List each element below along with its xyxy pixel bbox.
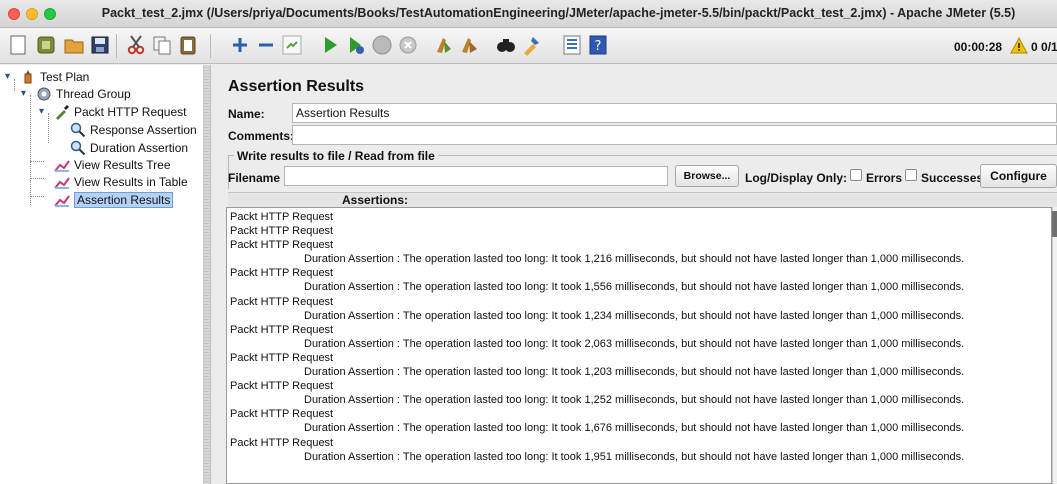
stop-icon[interactable] (370, 33, 394, 57)
name-label: Name: (228, 107, 265, 121)
collapse-icon[interactable] (254, 33, 278, 57)
successes-label: Successes (921, 171, 984, 185)
split-pane-divider[interactable] (204, 65, 211, 484)
start-icon[interactable] (318, 33, 342, 57)
collapse-test-plan-toggle[interactable]: ▾ (5, 71, 10, 82)
shutdown-icon[interactable] (396, 33, 420, 57)
sample-name-line: Packt HTTP Request (230, 225, 334, 238)
warning-count: 0 (1031, 40, 1038, 54)
assertion-failure-line: Duration Assertion : The operation laste… (304, 253, 965, 266)
sample-name-line: Packt HTTP Request (230, 408, 334, 421)
comments-label: Comments: (228, 129, 295, 143)
assertion-failure-line: Duration Assertion : The operation laste… (304, 281, 965, 294)
zoom-window-button[interactable] (44, 8, 56, 20)
sample-name-line: Packt HTTP Request (230, 351, 334, 364)
window-title: Packt_test_2.jmx (/Users/priya/Documents… (101, 6, 1016, 20)
magnifier-icon (70, 122, 86, 138)
assertion-failure-line: Duration Assertion : The operation laste… (304, 366, 965, 379)
warning-icon[interactable] (1010, 36, 1028, 54)
page-title: Assertion Results (228, 78, 365, 95)
start-no-pauses-icon[interactable] (344, 33, 368, 57)
elapsed-time: 00:00:28 (954, 40, 1003, 54)
assertion-results-list[interactable]: Packt HTTP Request Packt HTTP Request Pack… (226, 207, 1052, 484)
tree-item-view-results-in-table[interactable]: View Results in Table (54, 173, 188, 190)
collapse-http-request-toggle[interactable]: ▾ (39, 106, 44, 117)
browse-button[interactable]: Browse... (675, 165, 739, 187)
tree-item-response-assertion[interactable]: Response Assertion (70, 121, 197, 138)
tree-item-duration-assertion[interactable]: Duration Assertion (70, 139, 188, 156)
test-plan-icon (20, 69, 36, 85)
assertion-failure-line: Duration Assertion : The operation laste… (304, 337, 965, 350)
chart-icon (54, 192, 70, 208)
search-icon[interactable] (494, 33, 518, 57)
open-icon[interactable] (62, 33, 86, 57)
expand-icon[interactable] (228, 33, 252, 57)
sample-name-line: Packt HTTP Request (230, 295, 334, 308)
paste-icon[interactable] (176, 33, 200, 57)
close-window-button[interactable] (8, 8, 20, 20)
sample-name-line: Packt HTTP Request (230, 436, 334, 449)
configure-button[interactable]: Configure (980, 164, 1057, 188)
sample-name-line: Packt HTTP Request (230, 239, 334, 252)
assertions-title: Assertions: (342, 193, 409, 207)
tree-item-view-results-tree[interactable]: View Results Tree (54, 156, 171, 173)
assertion-failure-line: Duration Assertion : The operation laste… (304, 394, 965, 407)
tree-item-test-plan[interactable]: Test Plan (20, 68, 89, 85)
test-plan-tree: ▾ ▾ ▾ Test Plan Thread Group Packt HTTP … (0, 65, 204, 484)
chart-icon (54, 174, 70, 190)
title-bar: Packt_test_2.jmx (/Users/priya/Documents… (0, 0, 1057, 28)
active-threads: 0/10 (1041, 40, 1057, 54)
toolbar: ? 00:00:28 0 0/10 (0, 28, 1057, 64)
chart-icon (54, 157, 70, 173)
tree-item-assertion-results[interactable]: Assertion Results (54, 191, 174, 208)
reset-search-icon[interactable] (520, 33, 544, 57)
magnifier-icon (70, 140, 86, 156)
new-icon[interactable] (6, 33, 30, 57)
assertion-failure-line: Duration Assertion : The operation laste… (304, 422, 965, 435)
sample-name-line: Packt HTTP Request (230, 267, 334, 280)
file-group-label: Write results to file / Read from file (234, 149, 438, 163)
copy-icon[interactable] (150, 33, 174, 57)
save-icon[interactable] (88, 33, 112, 57)
svg-text:?: ? (595, 39, 602, 54)
tree-item-packt-http-request[interactable]: Packt HTTP Request (54, 103, 187, 120)
error-and-thread-count: 0 0/10 (1031, 40, 1057, 54)
assertion-results-panel: Assertion Results Name: Assertion Result… (212, 65, 1057, 484)
tree-item-thread-group[interactable]: Thread Group (36, 85, 131, 102)
toggle-icon[interactable] (280, 33, 304, 57)
errors-label: Errors (866, 171, 903, 185)
minimize-window-button[interactable] (26, 8, 38, 20)
successes-checkbox[interactable] (905, 169, 917, 181)
assertion-failure-line: Duration Assertion : The operation laste… (304, 450, 965, 463)
help-icon[interactable]: ? (586, 33, 610, 57)
results-scrollbar[interactable] (1052, 207, 1057, 484)
comments-field[interactable] (292, 125, 1057, 145)
templates-icon[interactable] (34, 33, 58, 57)
clear-all-icon[interactable] (458, 33, 482, 57)
name-field[interactable]: Assertion Results (292, 103, 1057, 123)
errors-checkbox[interactable] (850, 169, 862, 181)
results-scrollbar-thumb[interactable] (1052, 211, 1057, 237)
clear-icon[interactable] (432, 33, 456, 57)
assertion-failure-line: Duration Assertion : The operation laste… (304, 309, 965, 322)
sample-name-line: Packt HTTP Request (230, 323, 334, 336)
results-text: Packt HTTP Request Packt HTTP Request Pack… (230, 210, 964, 464)
cut-icon[interactable] (124, 33, 148, 57)
collapse-thread-group-toggle[interactable]: ▾ (21, 88, 26, 99)
log-display-label: Log/Display Only: (745, 171, 848, 185)
pipette-icon (54, 104, 70, 120)
sample-name-line: Packt HTTP Request (230, 211, 334, 223)
gear-icon (36, 86, 52, 102)
sample-name-line: Packt HTTP Request (230, 380, 334, 393)
filename-field[interactable] (284, 166, 668, 186)
filename-label: Filename (228, 171, 281, 185)
function-helper-icon[interactable] (560, 33, 584, 57)
